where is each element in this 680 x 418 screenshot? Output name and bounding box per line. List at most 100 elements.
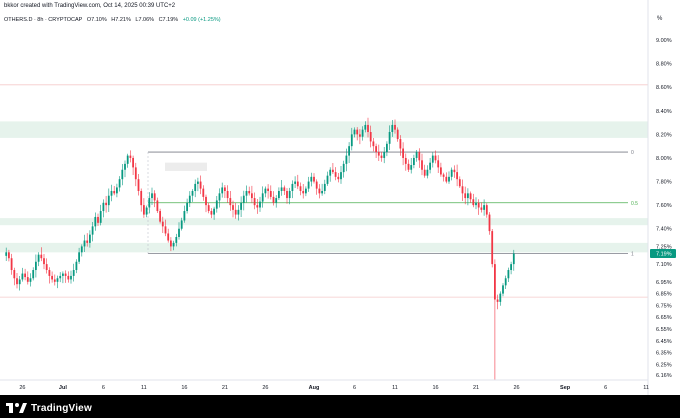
candle-body [283,187,286,191]
candle-body [240,202,242,210]
candle-body [8,252,10,259]
fib-level-label: 0 [631,150,634,156]
candle-body [234,209,237,215]
candle-body [329,169,332,176]
candle-body [340,172,342,180]
candle-body [253,198,256,206]
fib-level-label: 1 [631,252,634,258]
candle-body [16,278,18,285]
candle-body [442,174,445,177]
time-tick-label: 6 [353,385,356,391]
time-tick-label: Aug [309,385,320,391]
candle-body [167,233,170,241]
candle-body [337,176,340,180]
candle-body [89,234,91,243]
price-axis[interactable]: 9.00% 8.80% 8.60% 8.40% 8.20% 8.00% 7.80% 7.60%… [647,0,676,395]
candle-body [62,273,64,276]
candle-body [251,193,253,199]
candle-body [399,139,402,149]
candle-body [199,181,202,189]
candle-body [353,129,356,135]
candle-body [221,187,224,194]
time-tick-label: 16 [181,385,187,391]
price-tick-label: 8.40% [656,109,672,115]
candle-body [43,258,45,265]
candle-body [472,199,475,206]
candle-body [161,221,164,227]
candle-body [97,216,99,223]
candle-body [410,165,413,170]
price-tick-label: 8.20% [656,132,672,138]
fibonacci-retracement[interactable]: 00.51 [147,150,638,258]
candle-body [143,205,145,215]
time-axis[interactable]: 26Jul611162126Aug611162126Sep611162126Oc… [0,379,680,391]
candle-body [10,258,13,271]
candle-body [5,252,8,256]
candle-body [332,169,334,173]
candle-body [261,193,264,202]
candle-body [26,277,29,282]
candle-body [480,207,483,210]
candle-body [32,270,35,279]
candle-body [188,195,191,203]
candle-body [280,187,283,191]
candle-body [413,157,415,166]
brand-name: TradingView [31,402,92,414]
candle-body [310,176,313,182]
candle-body [86,240,89,243]
price-tick-label: 6.65% [656,315,672,321]
price-chart[interactable]: 00.51 9.00%8.80%8.60%8.40%8.20%8.00%7.80… [0,0,680,395]
symbol-legend[interactable]: OTHERS.D · 8h · CRYPTOCAP O7.10% H7.21% … [4,17,224,23]
candle-body [186,202,188,212]
price-tick-label: 6.55% [656,327,672,333]
candle-body [342,163,345,173]
candle-body [326,175,329,184]
candle-body [67,275,70,280]
candle-body [437,160,440,168]
price-tick-label: 6.25% [656,362,672,368]
candle-body [359,134,361,137]
candle-body [178,228,180,237]
tradingview-logo-icon [6,403,27,413]
ohlc-close: C7.19% [158,17,179,23]
candle-body [302,190,305,194]
current-price-label: 7.19% [656,252,672,258]
consolidation-box [165,162,207,171]
candle-body [445,176,448,182]
candle-body [305,188,307,194]
candle-body [70,275,72,280]
price-tick-label: 6.16% [656,373,672,379]
price-tick-label: 9.00% [656,38,672,44]
candle-body [386,143,388,153]
candle-body [51,275,53,280]
candle-body [396,129,399,140]
price-tick-label: 6.95% [656,280,672,286]
candle-body [334,172,337,177]
candle-body [299,186,302,191]
candle-body [402,148,404,158]
candle-body [288,190,291,199]
candle-body [218,193,221,201]
candle-body [507,270,510,279]
candle-body [121,169,124,180]
candle-body [350,134,353,147]
candle-body [256,205,259,208]
time-tick-label: 21 [222,385,228,391]
candle-body [377,152,380,156]
candle-body [202,188,205,197]
ohlc-low: L7.06% [135,17,155,23]
candle-body [275,198,278,203]
price-tick-label: 7.80% [656,180,672,186]
candle-body [194,183,197,191]
candle-body [488,214,491,232]
candle-body [423,169,426,176]
candle-body [450,169,453,177]
candle-body [315,181,318,189]
candle-body [323,183,326,191]
candle-body [372,141,375,147]
symbol-name[interactable]: OTHERS.D · 8h · CRYPTOCAP [4,17,82,23]
candle-body [29,278,32,282]
candle-body [78,252,80,262]
candle-body [367,124,369,133]
price-tick-label: 6.75% [656,303,672,309]
